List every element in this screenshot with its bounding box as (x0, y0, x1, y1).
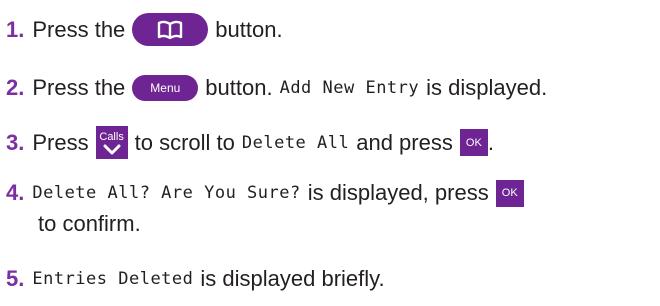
step-5: 5. Entries Deleted is displayed briefly. (6, 264, 385, 294)
step-text: is displayed briefly. (200, 266, 385, 291)
step-text: Press the (32, 16, 126, 42)
step-4: 4. Delete All? Are You Sure? is displaye… (6, 178, 524, 208)
step-text: Press (32, 129, 89, 155)
step-text: . (487, 129, 494, 155)
step-text: is displayed. (426, 75, 548, 100)
step-number: 2. (6, 75, 25, 100)
step-1: 1. Press the button. (6, 13, 283, 46)
ok-button: OK (459, 129, 488, 156)
ok-button: OK (495, 179, 524, 207)
display-text: Delete All (241, 132, 350, 153)
step-text: and press (356, 129, 453, 155)
phonebook-icon (158, 20, 183, 39)
step-number: 3. (6, 129, 25, 155)
display-text: Delete All? Are You Sure? (32, 183, 301, 203)
menu-button: Menu (132, 75, 199, 101)
step-3: 3. Press Calls to scroll to Delete All a… (6, 126, 494, 159)
step-2: 2. Press the Menu button. Add New Entry … (6, 73, 547, 103)
step-text: Press the (32, 75, 126, 100)
phonebook-button (132, 13, 209, 46)
step-text: to scroll to (134, 129, 235, 155)
step-number: 5. (6, 266, 25, 291)
chevron-down-icon (103, 144, 121, 154)
calls-label: Calls (99, 130, 124, 143)
calls-button: Calls (95, 126, 128, 159)
display-text: Add New Entry (279, 78, 420, 98)
step-text: button. (215, 16, 283, 42)
step-text: button. (205, 75, 273, 100)
step-number: 4. (6, 180, 25, 205)
display-text: Entries Deleted (32, 269, 194, 289)
step-text: is displayed, press (307, 180, 489, 205)
step-4-continuation: to confirm. (38, 211, 141, 236)
step-number: 1. (6, 16, 25, 42)
